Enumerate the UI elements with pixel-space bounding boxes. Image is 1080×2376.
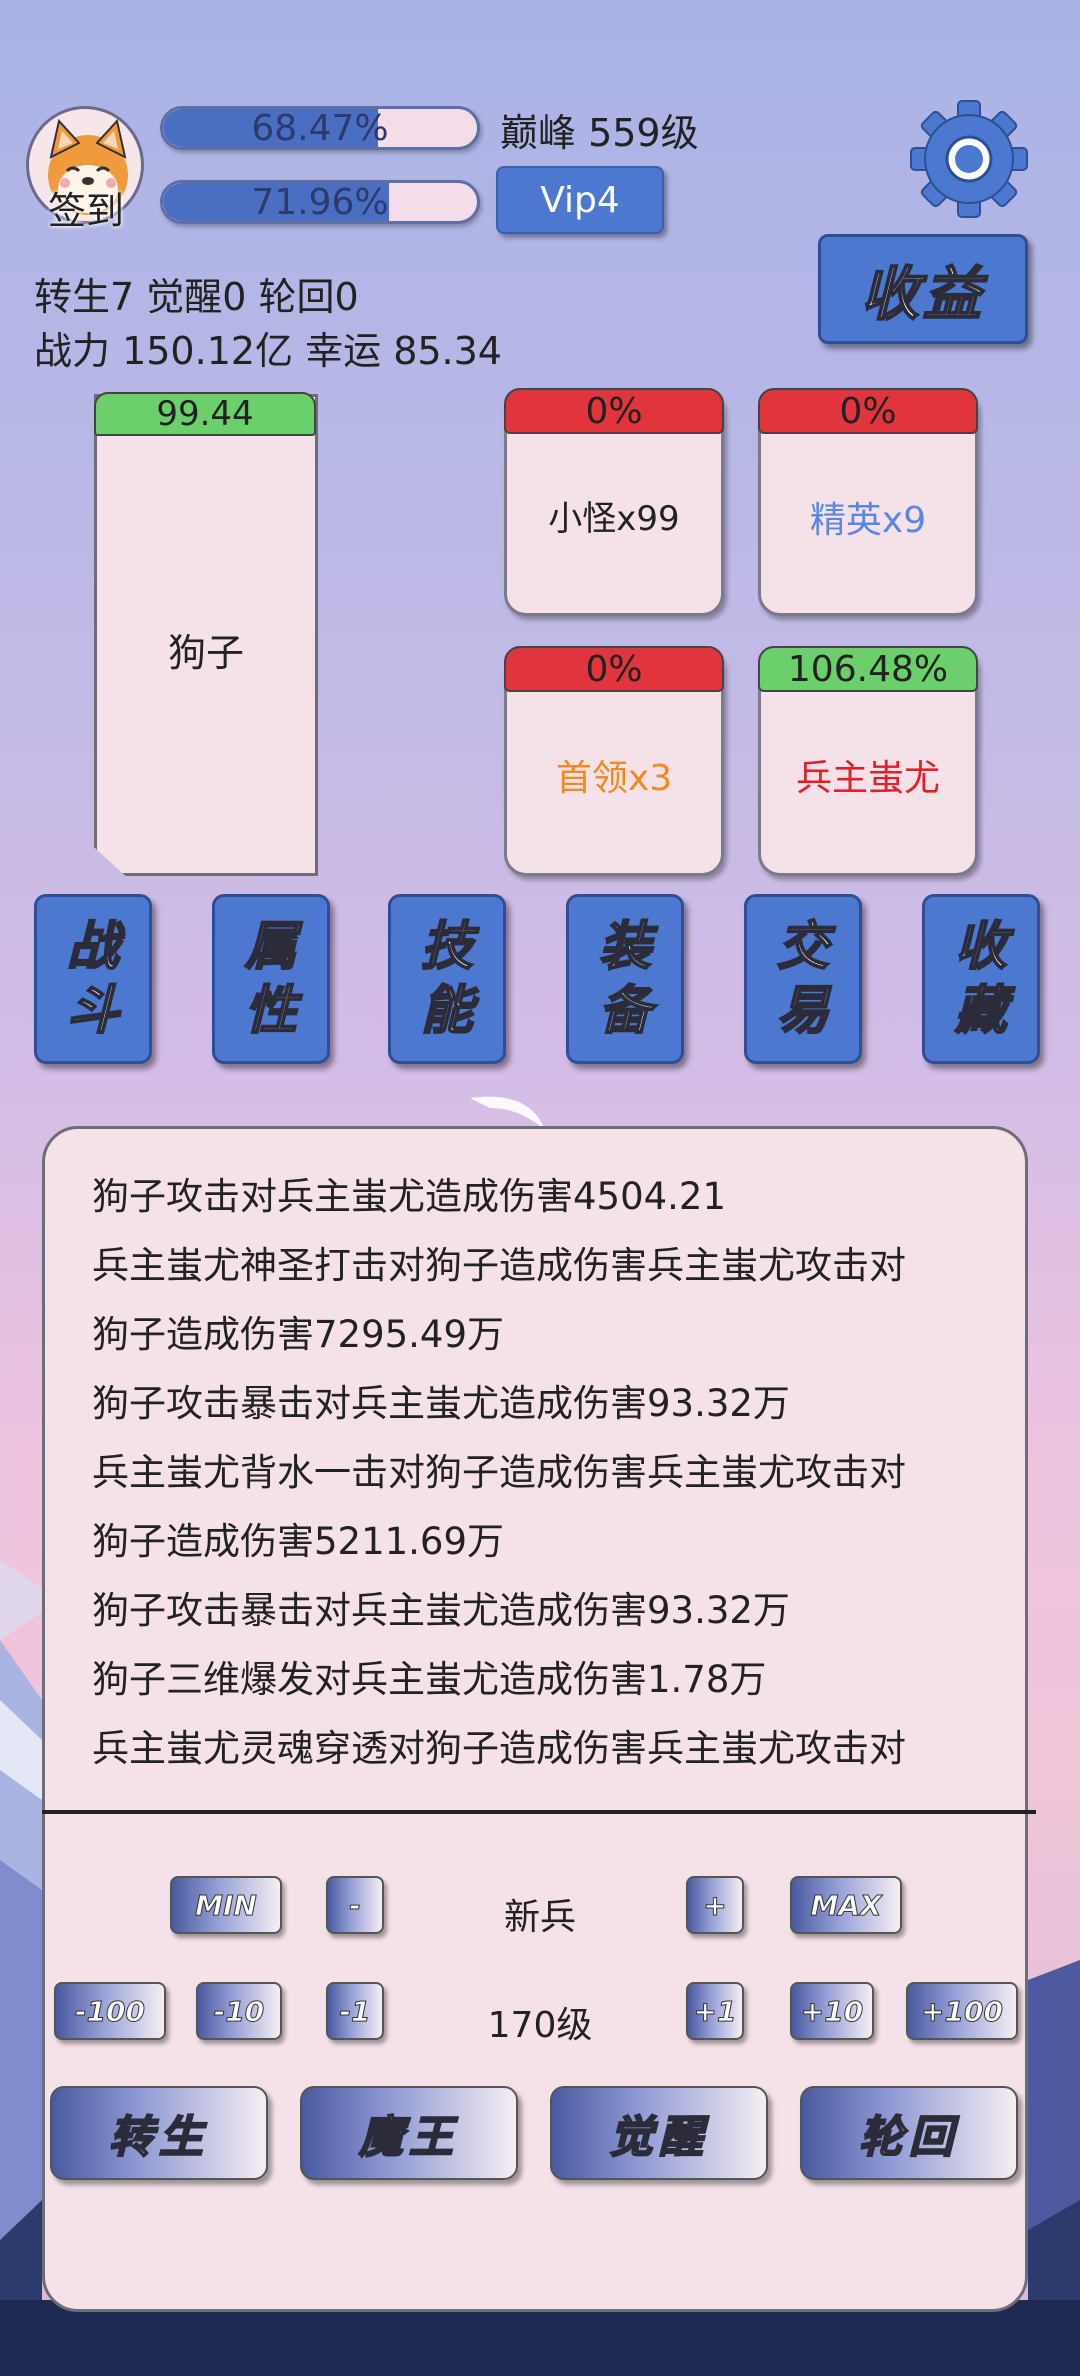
log-line: 兵主蚩尤神圣打击对狗子造成伤害兵主蚩尤攻击对 (92, 1244, 906, 1287)
power-luck-stats: 战力 150.12亿 幸运 85.34 (34, 329, 502, 373)
enemy-card-elite[interactable]: 0% 精英x9 (758, 388, 978, 616)
player-hp-bar: 99.44 (94, 392, 316, 436)
menu-equipment-char2: 备 (598, 980, 652, 1042)
battle-log[interactable]: 狗子攻击对兵主蚩尤造成伤害4504.21 兵主蚩尤神圣打击对狗子造成伤害兵主蚩尤… (92, 1162, 992, 1783)
menu-equipment-char1: 装 (598, 916, 652, 978)
reincarnation-button[interactable]: 轮回 (800, 2086, 1018, 2180)
menu-trade-char2: 易 (776, 980, 830, 1042)
menu-trade-button[interactable]: 交 易 (744, 894, 862, 1064)
menu-skills-char2: 能 (420, 980, 474, 1042)
enemy-card-minion[interactable]: 0% 小怪x99 (504, 388, 724, 616)
log-line: 狗子造成伤害5211.69万 (92, 1520, 505, 1563)
menu-collection-button[interactable]: 收 藏 (922, 894, 1040, 1064)
experience-bar: 68.47% (160, 106, 480, 150)
enemy-card-boss[interactable]: 106.48% 兵主蚩尤 (758, 646, 978, 876)
menu-attributes-button[interactable]: 属 性 (212, 894, 330, 1064)
log-line: 狗子造成伤害7295.49万 (92, 1313, 505, 1356)
minion-label: 小怪x99 (548, 499, 680, 539)
plus-10-button[interactable]: +10 (790, 1982, 874, 2040)
player-name: 狗子 (167, 631, 244, 675)
target-level: 170级 (487, 2005, 593, 2046)
experience-bar-text: 68.47% (251, 107, 389, 149)
log-line: 狗子三维爆发对兵主蚩尤造成伤害1.78万 (92, 1658, 767, 1701)
menu-collection-char1: 收 (954, 916, 1008, 978)
elite-hp-bar: 0% (758, 388, 978, 434)
log-line: 兵主蚩尤背水一击对狗子造成伤害兵主蚩尤攻击对 (92, 1451, 906, 1494)
leader-hp-bar: 0% (504, 646, 724, 692)
rebirth-button[interactable]: 转生 (50, 2086, 268, 2180)
enemy-card-leader[interactable]: 0% 首领x3 (504, 646, 724, 876)
log-divider (42, 1810, 1036, 1814)
min-button[interactable]: MIN (170, 1876, 282, 1934)
log-line: 狗子攻击对兵主蚩尤造成伤害4504.21 (92, 1175, 727, 1218)
log-line: 狗子攻击暴击对兵主蚩尤造成伤害93.32万 (92, 1589, 790, 1632)
rebirth-stats: 转生7 觉醒0 轮回0 (34, 275, 359, 319)
settings-button[interactable] (908, 98, 1030, 220)
menu-skills-char1: 技 (420, 916, 474, 978)
gear-icon (910, 100, 1028, 218)
minus-100-button[interactable]: -100 (54, 1982, 166, 2040)
minus-10-button[interactable]: -10 (196, 1982, 282, 2040)
menu-collection-char2: 藏 (954, 980, 1008, 1042)
menu-battle-char1: 战 (66, 916, 120, 978)
leader-label: 首领x3 (555, 758, 673, 799)
log-line: 兵主蚩尤灵魂穿透对狗子造成伤害兵主蚩尤攻击对 (92, 1727, 906, 1770)
elite-label: 精英x9 (809, 500, 927, 541)
peak-level-text: 巅峰 559级 (500, 111, 699, 155)
demon-king-button[interactable]: 魔王 (300, 2086, 518, 2180)
minus-button[interactable]: - (326, 1876, 384, 1934)
log-line: 狗子攻击暴击对兵主蚩尤造成伤害93.32万 (92, 1382, 790, 1425)
boss-label: 兵主蚩尤 (795, 758, 940, 799)
plus-100-button[interactable]: +100 (906, 1982, 1018, 2040)
vip-button[interactable]: Vip4 (496, 166, 664, 234)
menu-equipment-button[interactable]: 装 备 (566, 894, 684, 1064)
rank-name: 新兵 (503, 1897, 576, 1938)
secondary-progress-bar-text: 71.96% (251, 181, 389, 223)
menu-skills-button[interactable]: 技 能 (388, 894, 506, 1064)
secondary-progress-bar: 71.96% (160, 180, 480, 224)
minus-1-button[interactable]: -1 (326, 1982, 384, 2040)
awaken-button[interactable]: 觉醒 (550, 2086, 768, 2180)
max-button[interactable]: MAX (790, 1876, 902, 1934)
menu-trade-char1: 交 (776, 916, 830, 978)
income-button[interactable]: 收益 (818, 234, 1028, 344)
menu-battle-button[interactable]: 战 斗 (34, 894, 152, 1064)
minion-hp-bar: 0% (504, 388, 724, 434)
menu-attributes-char2: 性 (244, 980, 298, 1042)
menu-attributes-char1: 属 (244, 916, 298, 978)
boss-hp-bar: 106.48% (758, 646, 978, 692)
menu-battle-char2: 斗 (66, 980, 120, 1042)
sign-in-label[interactable]: 签到 (36, 180, 136, 235)
plus-1-button[interactable]: +1 (686, 1982, 744, 2040)
plus-button[interactable]: + (686, 1876, 744, 1934)
